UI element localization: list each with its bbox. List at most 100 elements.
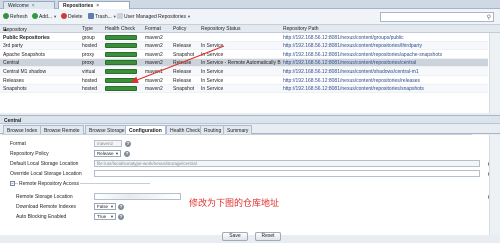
table-row-selected[interactable]: Central proxy maven2 Release In Service …	[0, 58, 488, 68]
repo-format: maven2	[145, 34, 163, 41]
subtab-browse-index[interactable]: Browse Index	[3, 125, 42, 134]
delete-button[interactable]: Delete	[61, 13, 82, 21]
delete-label: Delete	[68, 14, 83, 20]
add-button[interactable]: Add...▼	[32, 13, 57, 21]
override-storage-input[interactable]	[94, 170, 480, 177]
repo-type: virtual	[82, 68, 96, 75]
grid-header: Repository ▲ Type Health Check Format Po…	[0, 25, 500, 33]
chevron-down-icon: ▼	[110, 204, 114, 209]
table-row[interactable]: 3rd party hosted maven2 Release In Servi…	[0, 41, 488, 51]
remote-location-input[interactable]	[94, 193, 181, 200]
repo-path-link[interactable]: http://192.168.56.12:8081/nexus/content/…	[283, 60, 488, 66]
repo-path-link[interactable]: http://192.168.56.12:8081/nexus/content/…	[283, 52, 488, 58]
download-indexes-select[interactable]: False ▼	[94, 203, 116, 210]
delete-icon	[61, 13, 67, 19]
tab-welcome[interactable]: Welcome ×	[3, 1, 55, 9]
repo-policy: Release	[173, 68, 192, 75]
repo-format: maven2	[145, 86, 163, 93]
policy-select[interactable]: Release ▼	[94, 150, 121, 157]
subtab-browse-storage[interactable]: Browse Storage	[85, 125, 129, 134]
auto-blocking-select[interactable]: True ▼	[94, 213, 116, 220]
user-managed-dropdown[interactable]: User Managed Repositories▼	[117, 13, 191, 21]
top-tab-bar: Welcome × Repositories ×	[0, 0, 500, 9]
repo-status: In Service	[201, 43, 224, 50]
repo-name: Snapshots	[3, 86, 27, 93]
repo-format: maven2	[145, 43, 163, 50]
trash-button[interactable]: Trash...▼	[88, 13, 117, 21]
repo-policy: Snapshot	[173, 86, 195, 93]
refresh-button[interactable]: Refresh	[3, 13, 28, 21]
subtab-configuration[interactable]: Configuration	[125, 125, 166, 134]
filter-icon	[117, 13, 123, 19]
col-type[interactable]: Type	[82, 26, 93, 32]
repo-type: proxy	[82, 60, 95, 67]
remote-location-label: Remote Storage Location	[16, 194, 73, 200]
table-row[interactable]: Snapshots hosted maven2 Snapshot In Serv…	[0, 84, 488, 94]
health-check-badge[interactable]	[105, 86, 137, 92]
remote-access-section: − Remote Repository Access	[10, 181, 150, 191]
chevron-down-icon: ▼	[186, 14, 191, 19]
health-check-badge[interactable]	[105, 34, 137, 40]
subtab-browse-remote[interactable]: Browse Remote	[40, 125, 84, 134]
col-path[interactable]: Repository Path	[283, 26, 319, 32]
subtab-health-check[interactable]: Health Check	[166, 125, 205, 134]
health-check-badge[interactable]	[105, 77, 137, 83]
refresh-icon	[3, 13, 9, 19]
table-row[interactable]: Public Repositories group maven2 http://…	[0, 33, 488, 42]
chevron-down-icon: ▼	[115, 151, 119, 156]
table-row[interactable]: Releases hosted maven2 Release In Servic…	[0, 76, 488, 85]
health-check-badge[interactable]	[105, 43, 137, 49]
col-policy[interactable]: Policy	[173, 26, 186, 32]
table-row[interactable]: Central M1 shadow virtual maven1 Release…	[0, 67, 488, 76]
auto-blocking-label: Auto Blocking Enabled	[16, 214, 67, 220]
col-status[interactable]: Repository Status	[201, 26, 240, 32]
repo-name: 3rd party	[3, 43, 23, 50]
annotation-text: 修改为下图的仓库地址	[189, 198, 280, 208]
auto-blocking-value: True	[97, 214, 107, 219]
repo-format: maven2	[145, 60, 163, 67]
subtab-summary[interactable]: Summary	[223, 125, 253, 134]
format-label: Format	[10, 141, 26, 147]
grid-vertical-scrollbar[interactable]	[489, 33, 500, 113]
tab-repositories[interactable]: Repositories ×	[58, 1, 130, 9]
table-row[interactable]: Apache Snapshots proxy maven2 Snapshot I…	[0, 50, 488, 59]
help-icon[interactable]: ?	[125, 140, 131, 147]
chevron-down-icon: ▼	[53, 14, 58, 19]
toolbar: Refresh Add...▼ Delete Trash...▼ User Ma…	[0, 9, 500, 25]
panel-title: Central	[0, 115, 500, 124]
health-check-badge[interactable]	[105, 51, 137, 57]
help-icon[interactable]: ?	[118, 213, 124, 220]
save-button[interactable]: Save	[222, 232, 248, 241]
repo-status: In Service	[201, 77, 224, 84]
col-health-check[interactable]: Health Check	[105, 26, 135, 32]
form-vertical-scrollbar[interactable]	[489, 135, 500, 235]
repo-path-link[interactable]: http://192.168.56.12:8081/nexus/content/…	[283, 86, 488, 92]
search-input[interactable]: ⚲	[380, 12, 494, 22]
repo-status: In Service	[201, 51, 224, 58]
repo-path-link[interactable]: http://192.168.56.12:8081/nexus/content/…	[283, 78, 488, 84]
policy-label: Repository Policy	[10, 151, 49, 157]
download-indexes-value: False	[97, 204, 109, 209]
reset-button[interactable]: Reset	[255, 232, 281, 241]
repository-grid: Repository ▲ Type Health Check Format Po…	[0, 25, 500, 138]
collapse-toggle[interactable]: −	[10, 181, 15, 186]
repo-status: In Service	[201, 86, 224, 93]
policy-value: Release	[97, 151, 114, 156]
repo-path-link[interactable]: http://192.168.56.12:8081/nexus/content/…	[283, 43, 488, 49]
repo-path-link[interactable]: http://192.168.56.12:8081/nexus/content/…	[283, 35, 488, 41]
override-storage-label: Override Local Storage Location	[10, 171, 82, 177]
subtab-routing[interactable]: Routing	[200, 125, 226, 134]
add-label: Add...	[39, 14, 53, 20]
repo-format: maven2	[145, 51, 163, 58]
section-label: Remote Repository Access	[18, 181, 81, 187]
help-icon[interactable]: ?	[124, 150, 130, 157]
repo-name: Central	[3, 60, 20, 67]
health-check-badge[interactable]	[105, 60, 137, 66]
repo-path-link[interactable]: http://192.168.56.12:8081/nexus/content/…	[283, 69, 488, 75]
help-icon[interactable]: ?	[118, 203, 124, 210]
col-format[interactable]: Format	[145, 26, 161, 32]
repo-type: proxy	[82, 51, 95, 58]
health-check-badge[interactable]	[105, 68, 137, 74]
search-icon: ⚲	[486, 15, 491, 21]
chevron-down-icon: ▼	[110, 214, 114, 219]
